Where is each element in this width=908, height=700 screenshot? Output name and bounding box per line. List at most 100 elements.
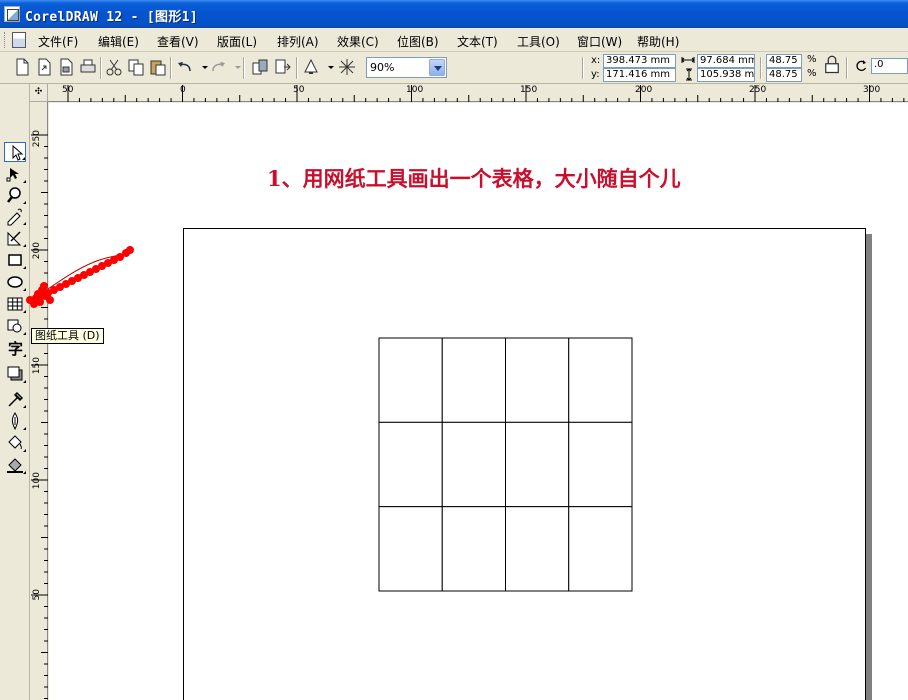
document-icon[interactable] <box>12 32 26 48</box>
zoom-dropdown-icon[interactable] <box>429 59 445 76</box>
zoom-level-value: 90% <box>370 61 395 74</box>
import-icon[interactable] <box>250 57 270 77</box>
scale-y-field[interactable]: 48.75 <box>766 68 802 82</box>
menu-view[interactable]: 查看(V) <box>157 33 199 50</box>
graph-paper-cell <box>568 506 633 592</box>
svg-text:字: 字 <box>8 340 23 358</box>
red-annotation-arrow <box>26 246 134 308</box>
ruler-v-label: 50 <box>32 589 42 601</box>
graph-paper-cell <box>568 337 633 423</box>
application-launcher-icon[interactable] <box>301 57 321 77</box>
redo-icon[interactable] <box>208 57 228 77</box>
scale-x-percent: % <box>807 54 817 65</box>
zoom-level-select[interactable]: 90% <box>366 57 447 78</box>
horizontal-ruler[interactable]: 50 0 50 100 150 200 250 300 <box>48 84 908 102</box>
menu-file[interactable]: 文件(F) <box>38 33 78 50</box>
ellipse-tool-icon[interactable] <box>4 272 26 292</box>
graph-paper-tooltip: 图纸工具 (D) <box>31 328 104 344</box>
shape-tool-icon[interactable] <box>4 164 26 184</box>
window-title: CorelDRAW 12 - [图形1] <box>25 10 198 25</box>
paste-icon[interactable] <box>148 57 168 77</box>
corel-online-icon[interactable] <box>337 57 357 77</box>
menu-text[interactable]: 文本(T) <box>457 33 498 50</box>
annotation-dot <box>126 246 134 254</box>
scale-x-field[interactable]: 48.75 <box>766 54 802 68</box>
menu-grip[interactable] <box>4 32 7 48</box>
object-width-field[interactable]: 97.684 mm <box>697 54 755 68</box>
annotation-dot <box>40 282 48 290</box>
instruction-text: 1、用网纸工具画出一个表格，大小随自个儿 <box>267 166 681 191</box>
graph-paper-object[interactable] <box>378 337 633 592</box>
menu-layout[interactable]: 版面(L) <box>217 33 257 50</box>
smart-fill-icon[interactable] <box>4 228 26 248</box>
save-icon[interactable] <box>56 57 76 77</box>
object-height-field[interactable]: 105.938 mm <box>697 68 755 82</box>
graph-paper-cell <box>378 337 443 423</box>
cut-icon[interactable] <box>104 57 124 77</box>
open-icon[interactable] <box>34 57 54 77</box>
graph-paper-cell <box>505 421 570 508</box>
rectangle-tool-icon[interactable] <box>4 250 26 270</box>
vertical-ruler[interactable]: 250 200 150 100 50 <box>30 102 48 700</box>
y-position-field[interactable]: 171.416 mm <box>603 68 676 82</box>
ruler-h-label: 50 <box>62 85 74 95</box>
menu-window[interactable]: 窗口(W) <box>577 33 622 50</box>
annotation-dot <box>34 290 42 298</box>
launcher-dropdown-icon[interactable] <box>321 57 334 77</box>
height-icon <box>683 68 695 84</box>
interactive-tool-icon[interactable] <box>4 364 26 384</box>
graph-paper-cell <box>568 421 633 508</box>
copy-icon[interactable] <box>126 57 146 77</box>
toolbar-separator <box>760 57 762 79</box>
x-label: x: <box>591 55 601 66</box>
ruler-v-label: 250 <box>32 130 42 148</box>
scale-y-percent: % <box>807 68 817 79</box>
redo-dropdown-icon[interactable] <box>228 57 241 77</box>
fill-tool-icon[interactable] <box>4 433 26 453</box>
interactive-fill-icon[interactable] <box>4 455 26 475</box>
graph-paper-cell <box>378 506 443 592</box>
text-tool-icon[interactable]: 字 <box>4 338 26 358</box>
graph-paper-cell <box>441 337 506 423</box>
ruler-origin-icon[interactable]: ✣ <box>30 84 48 102</box>
menu-edit[interactable]: 编辑(E) <box>98 33 139 50</box>
coreldraw-app-icon[interactable] <box>4 6 20 22</box>
print-icon[interactable] <box>78 57 98 77</box>
lock-ratio-icon[interactable] <box>822 55 839 74</box>
basic-shapes-icon[interactable] <box>4 316 26 336</box>
toolbar-separator <box>582 57 584 79</box>
graph-paper-tool-icon[interactable] <box>4 294 26 314</box>
graph-paper-cell <box>505 337 570 423</box>
ruler-h-label: 250 <box>749 85 767 95</box>
rotation-icon <box>855 59 868 75</box>
graph-paper-cell <box>505 506 570 592</box>
outline-tool-icon[interactable] <box>4 411 26 431</box>
menu-bitmaps[interactable]: 位图(B) <box>397 33 439 50</box>
width-icon <box>681 54 695 69</box>
toolbox: 字 <box>0 84 30 700</box>
undo-dropdown-icon[interactable] <box>195 57 208 77</box>
menu-effects[interactable]: 效果(C) <box>337 33 379 50</box>
drawing-canvas[interactable]: 1、用网纸工具画出一个表格，大小随自个儿 <box>49 103 908 700</box>
y-label: y: <box>591 69 600 80</box>
menu-help[interactable]: 帮助(H) <box>637 33 679 50</box>
eyedropper-icon[interactable] <box>4 389 26 409</box>
graph-paper-cell <box>441 506 506 592</box>
ruler-h-label: 300 <box>863 85 881 95</box>
ruler-h-label: 150 <box>520 85 538 95</box>
rotation-angle-field[interactable]: .0 <box>871 58 908 74</box>
menu-arrange[interactable]: 排列(A) <box>277 33 319 50</box>
freehand-tool-icon[interactable] <box>4 206 26 226</box>
zoom-tool-icon[interactable] <box>4 185 26 205</box>
x-position-field[interactable]: 398.473 mm <box>603 54 676 68</box>
export-icon[interactable] <box>273 57 293 77</box>
standard-toolbar: 90% x: y: 398.473 mm 171.416 mm 97.684 m… <box>0 52 908 84</box>
pick-tool-icon[interactable] <box>4 142 26 162</box>
menu-tools[interactable]: 工具(O) <box>517 33 560 50</box>
new-document-icon[interactable] <box>12 57 32 77</box>
ruler-v-label: 100 <box>32 472 42 490</box>
undo-icon[interactable] <box>175 57 195 77</box>
toolbar-separator <box>243 57 245 79</box>
annotation-dot <box>46 296 54 304</box>
menu-bar: 文件(F) 编辑(E) 查看(V) 版面(L) 排列(A) 效果(C) 位图(B… <box>0 28 908 52</box>
